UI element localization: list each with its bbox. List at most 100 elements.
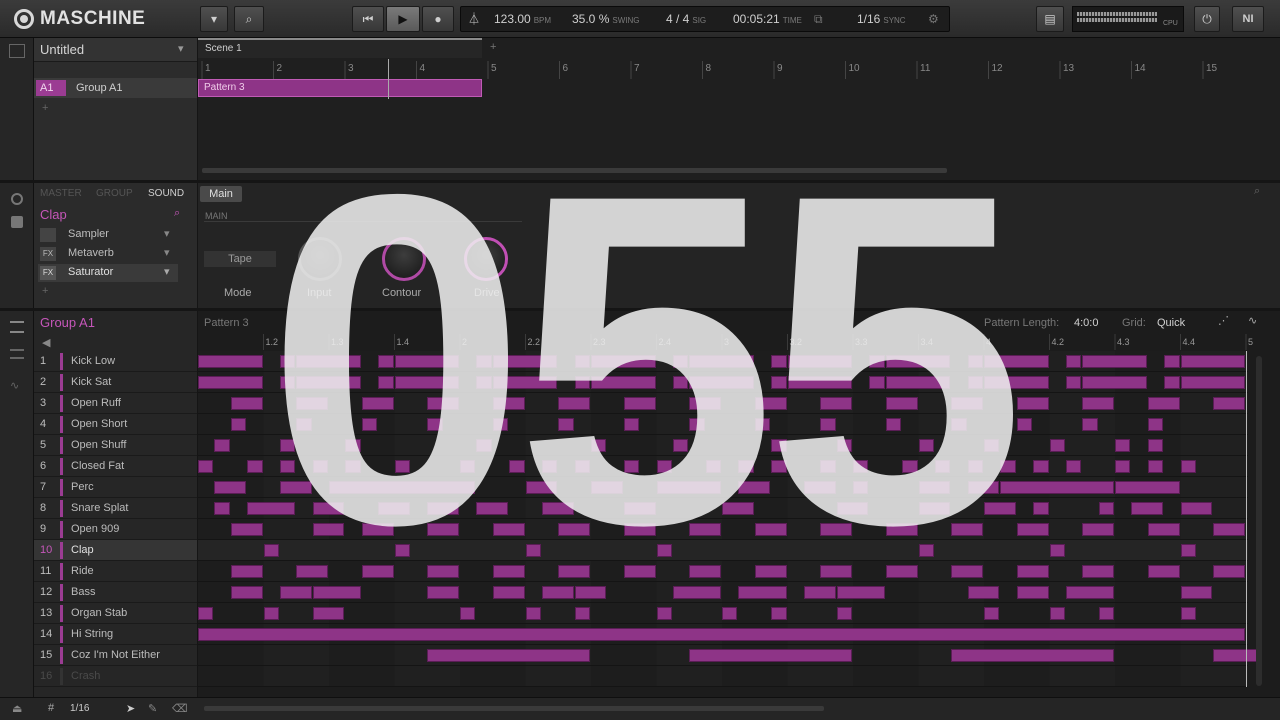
note-event[interactable] [394,376,459,389]
note-event[interactable] [738,481,771,494]
grid-row[interactable] [198,561,1248,582]
note-event[interactable] [247,460,263,473]
scene-tab[interactable]: Scene 1 [198,38,482,58]
note-event[interactable] [771,460,787,473]
note-event[interactable] [836,586,885,599]
metronome-icon[interactable]: ⏃ [468,6,486,32]
grid-row[interactable] [198,477,1248,498]
note-event[interactable] [787,376,852,389]
sound-row[interactable]: 14 Hi String [34,624,197,645]
grid-icon[interactable]: # [48,702,54,714]
note-event[interactable] [345,460,361,473]
slot-metaverb[interactable]: FX Metaverb ▾ [38,245,178,263]
note-event[interactable] [951,418,967,431]
contour-knob[interactable] [382,237,426,281]
sound-name[interactable]: Clap [40,207,67,222]
note-event[interactable] [460,460,476,473]
note-event[interactable] [1065,586,1114,599]
note-event[interactable] [394,544,410,557]
arranger-scrollbar[interactable] [202,168,947,173]
note-event[interactable] [1082,565,1114,578]
swing-display[interactable]: 35.0 % SWING [572,6,639,32]
note-event[interactable] [541,502,574,515]
note-event[interactable] [230,523,263,536]
note-event[interactable] [1065,355,1082,368]
note-event[interactable] [541,586,574,599]
note-event[interactable] [329,481,476,494]
note-event[interactable] [361,523,394,536]
note-event[interactable] [1180,355,1245,368]
tab-main[interactable]: Main [200,186,242,202]
grid-row[interactable] [198,456,1248,477]
note-event[interactable] [1180,586,1213,599]
pattern-label[interactable]: Pattern 3 [204,317,249,329]
note-event[interactable] [1065,376,1082,389]
note-event[interactable] [853,460,869,473]
add-scene-button[interactable]: + [490,41,496,53]
note-event[interactable] [885,418,902,431]
note-event[interactable] [1147,418,1164,431]
note-event[interactable] [509,460,525,473]
note-event[interactable] [967,586,1000,599]
grid-value[interactable]: Quick [1157,317,1185,329]
grid-row[interactable] [198,414,1248,435]
grid-row[interactable] [198,435,1248,456]
note-event[interactable] [378,355,394,368]
note-event[interactable] [361,565,394,578]
note-event[interactable] [296,565,328,578]
note-event[interactable] [230,586,263,599]
eject-icon[interactable]: ⏏ [12,702,22,715]
note-event[interactable] [869,355,885,368]
tab-master[interactable]: MASTER [40,188,82,199]
sound-row[interactable]: 12 Bass [34,582,197,603]
note-event[interactable] [427,502,459,515]
pattern-scrollbar[interactable] [1256,356,1262,686]
grid-row[interactable] [198,645,1262,666]
grid-row[interactable] [198,519,1248,540]
note-event[interactable] [1147,397,1180,410]
note-event[interactable] [1180,460,1196,473]
note-event[interactable] [198,628,1245,641]
sound-row[interactable]: 11 Ride [34,561,197,582]
grid-row[interactable] [198,624,1248,645]
note-event[interactable] [623,523,656,536]
note-event[interactable] [689,565,721,578]
grid-row[interactable] [198,393,1248,414]
note-event[interactable] [525,607,541,620]
menu-button[interactable]: ▾ [200,6,228,32]
note-event[interactable] [1016,397,1049,410]
project-header[interactable]: Untitled ▾ [34,38,197,62]
search-icon[interactable]: ⌕ [174,207,180,220]
note-event[interactable] [296,376,361,389]
maschine-logo[interactable]: MASCHINE [14,7,145,31]
note-event[interactable] [869,376,885,389]
note-event[interactable] [672,376,689,389]
note-event[interactable] [623,397,656,410]
note-event[interactable] [574,376,590,389]
note-event[interactable] [885,397,918,410]
channel-icon[interactable] [11,193,23,205]
pencil-tool-icon[interactable]: ✎ [148,702,157,715]
note-event[interactable] [1098,502,1114,515]
group-title[interactable]: Group A1 [40,315,95,330]
note-event[interactable] [394,460,410,473]
note-event[interactable] [1082,376,1147,389]
note-event[interactable] [460,607,476,620]
note-event[interactable] [951,649,1114,662]
note-event[interactable] [312,586,361,599]
note-event[interactable] [198,355,263,368]
loop-icon[interactable]: ⧉ [814,6,834,32]
sound-row[interactable]: 5 Open Shuff [34,435,197,456]
note-event[interactable] [885,523,918,536]
note-event[interactable] [574,355,590,368]
note-event[interactable] [279,481,312,494]
group-a1-row[interactable]: A1 Group A1 [34,78,197,98]
note-event[interactable] [1016,586,1049,599]
note-event[interactable] [738,460,754,473]
quantize-icon[interactable]: ⋰ [1218,314,1229,327]
note-event[interactable] [263,607,279,620]
note-event[interactable] [738,586,787,599]
note-event[interactable] [591,481,623,494]
note-event[interactable] [1000,481,1114,494]
note-event[interactable] [427,397,459,410]
